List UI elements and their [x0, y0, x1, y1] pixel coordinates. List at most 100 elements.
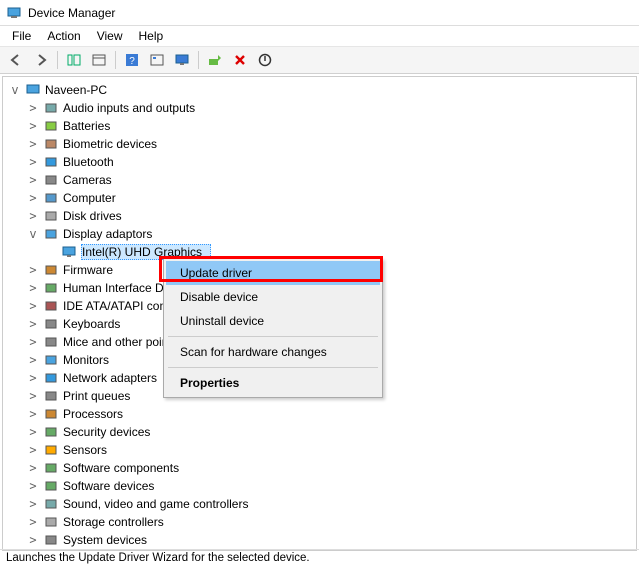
- disable-device-button[interactable]: [228, 49, 252, 71]
- expand-toggle[interactable]: >: [27, 407, 39, 421]
- category-icon: [43, 136, 59, 152]
- expand-toggle[interactable]: >: [27, 389, 39, 403]
- category-icon: [43, 262, 59, 278]
- expand-toggle: [45, 245, 57, 259]
- category-label[interactable]: Computer: [63, 191, 124, 205]
- expand-toggle[interactable]: >: [27, 209, 39, 223]
- monitor-button[interactable]: [170, 49, 194, 71]
- expand-toggle[interactable]: >: [27, 263, 39, 277]
- uninstall-device-button[interactable]: [253, 49, 277, 71]
- svg-text:?: ?: [129, 56, 135, 67]
- category-label[interactable]: Software devices: [63, 479, 162, 493]
- category-label[interactable]: Sensors: [63, 443, 115, 457]
- context-disable-device[interactable]: Disable device: [166, 285, 380, 309]
- expand-toggle[interactable]: v: [27, 227, 39, 241]
- menu-bar: File Action View Help: [0, 26, 639, 46]
- help-button[interactable]: ?: [120, 49, 144, 71]
- toolbar-separator: [115, 51, 116, 69]
- expand-toggle[interactable]: >: [27, 533, 39, 547]
- expand-toggle[interactable]: >: [27, 371, 39, 385]
- category-icon: [43, 118, 59, 134]
- category-label[interactable]: Storage controllers: [63, 515, 172, 529]
- update-driver-button[interactable]: [203, 49, 227, 71]
- expand-toggle[interactable]: >: [27, 281, 39, 295]
- forward-button[interactable]: [29, 49, 53, 71]
- all-devices-button[interactable]: [87, 49, 111, 71]
- category-icon: [43, 406, 59, 422]
- expand-toggle[interactable]: >: [27, 191, 39, 205]
- expand-toggle[interactable]: v: [9, 83, 21, 97]
- category-icon: [43, 172, 59, 188]
- category-label[interactable]: Sound, video and game controllers: [63, 497, 256, 511]
- category-icon: [43, 424, 59, 440]
- category-icon: [43, 388, 59, 404]
- context-separator: [168, 336, 378, 337]
- expand-toggle[interactable]: >: [27, 101, 39, 115]
- category-icon: [43, 208, 59, 224]
- category-icon: [43, 280, 59, 296]
- expand-toggle[interactable]: >: [27, 173, 39, 187]
- category-icon: [43, 460, 59, 476]
- expand-toggle[interactable]: >: [27, 137, 39, 151]
- category-label[interactable]: System devices: [63, 533, 155, 547]
- refresh-button[interactable]: [145, 49, 169, 71]
- category-label[interactable]: Firmware: [63, 263, 121, 277]
- toolbar: ?: [0, 46, 639, 74]
- category-label[interactable]: Bluetooth: [63, 155, 122, 169]
- status-text: Launches the Update Driver Wizard for th…: [6, 552, 310, 564]
- context-scan-hardware[interactable]: Scan for hardware changes: [166, 340, 380, 364]
- expand-toggle[interactable]: >: [27, 155, 39, 169]
- category-label[interactable]: Cameras: [63, 173, 120, 187]
- expand-toggle[interactable]: >: [27, 119, 39, 133]
- context-menu: Update driver Disable device Uninstall d…: [163, 258, 383, 398]
- show-hide-console-button[interactable]: [62, 49, 86, 71]
- category-icon: [43, 316, 59, 332]
- category-label[interactable]: Monitors: [63, 353, 117, 367]
- status-bar: Launches the Update Driver Wizard for th…: [0, 549, 639, 569]
- context-update-driver[interactable]: Update driver: [166, 261, 380, 285]
- category-icon: [43, 226, 59, 242]
- category-icon: [43, 478, 59, 494]
- category-label[interactable]: Print queues: [63, 389, 138, 403]
- category-label[interactable]: Batteries: [63, 119, 118, 133]
- category-icon: [43, 514, 59, 530]
- expand-toggle[interactable]: >: [27, 299, 39, 313]
- category-label[interactable]: Keyboards: [63, 317, 128, 331]
- category-label[interactable]: Processors: [63, 407, 131, 421]
- expand-toggle[interactable]: >: [27, 425, 39, 439]
- app-icon: [6, 5, 22, 21]
- context-properties[interactable]: Properties: [166, 371, 380, 395]
- category-icon: [43, 334, 59, 350]
- category-label[interactable]: Security devices: [63, 425, 158, 439]
- expand-toggle[interactable]: >: [27, 515, 39, 529]
- category-label[interactable]: Disk drives: [63, 209, 130, 223]
- expand-toggle[interactable]: >: [27, 317, 39, 331]
- category-label[interactable]: Network adapters: [63, 371, 165, 385]
- category-label[interactable]: Display adaptors: [63, 227, 160, 241]
- category-icon: [43, 100, 59, 116]
- context-separator: [168, 367, 378, 368]
- expand-toggle[interactable]: >: [27, 353, 39, 367]
- menu-view[interactable]: View: [89, 27, 131, 45]
- menu-help[interactable]: Help: [131, 27, 172, 45]
- category-icon: [43, 154, 59, 170]
- category-icon: [43, 352, 59, 368]
- expand-toggle[interactable]: >: [27, 461, 39, 475]
- window-title: Device Manager: [28, 6, 115, 20]
- title-bar: Device Manager: [0, 0, 639, 26]
- expand-toggle[interactable]: >: [27, 497, 39, 511]
- context-uninstall-device[interactable]: Uninstall device: [166, 309, 380, 333]
- category-label[interactable]: Biometric devices: [63, 137, 165, 151]
- category-label[interactable]: Software components: [63, 461, 187, 475]
- menu-action[interactable]: Action: [39, 27, 88, 45]
- category-icon: [43, 190, 59, 206]
- root-node-label[interactable]: Naveen-PC: [45, 83, 115, 97]
- back-button[interactable]: [4, 49, 28, 71]
- expand-toggle[interactable]: >: [27, 479, 39, 493]
- monitor-icon: [61, 244, 77, 260]
- expand-toggle[interactable]: >: [27, 443, 39, 457]
- category-label[interactable]: Audio inputs and outputs: [63, 101, 203, 115]
- menu-file[interactable]: File: [4, 27, 39, 45]
- category-icon: [43, 370, 59, 386]
- expand-toggle[interactable]: >: [27, 335, 39, 349]
